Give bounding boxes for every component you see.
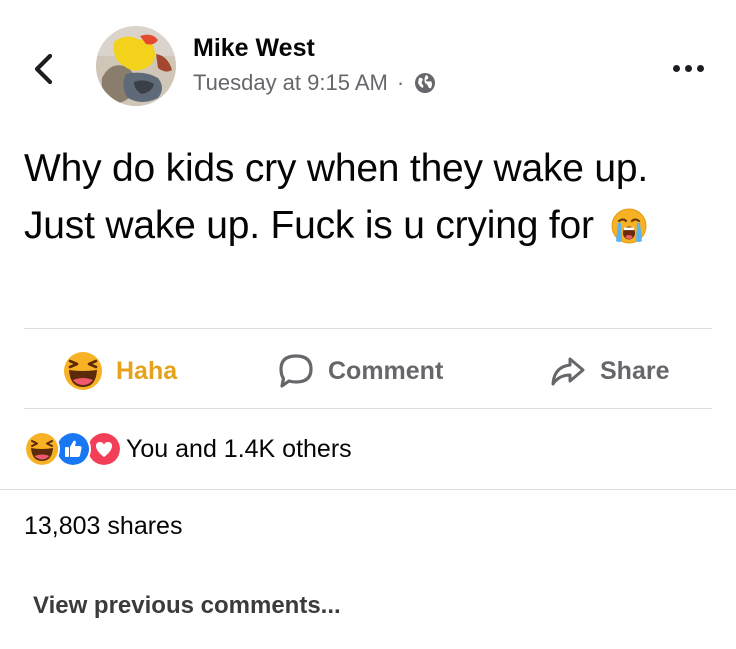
more-options-button[interactable] xyxy=(664,52,712,84)
reaction-icons xyxy=(24,431,124,467)
post-timestamp[interactable]: Tuesday at 9:15 AM xyxy=(193,70,388,96)
loudly-crying-face-emoji xyxy=(610,204,648,261)
reactions-summary[interactable]: You and 1.4K others xyxy=(24,427,352,471)
share-arrow-icon xyxy=(551,357,585,386)
back-button[interactable] xyxy=(24,46,64,92)
divider xyxy=(24,408,712,409)
author-avatar[interactable] xyxy=(96,26,176,106)
author-name[interactable]: Mike West xyxy=(193,34,315,63)
view-previous-comments-link[interactable]: View previous comments... xyxy=(33,592,341,620)
avatar-photo xyxy=(96,26,176,106)
post-header: Mike West Tuesday at 9:15 AM · xyxy=(0,0,736,110)
chevron-left-icon xyxy=(34,53,53,85)
like-reaction-icon xyxy=(55,431,91,467)
more-dot xyxy=(672,64,680,72)
post-body: Why do kids cry when they wake up. Just … xyxy=(24,140,714,261)
globe-icon xyxy=(415,73,436,93)
meta-separator: · xyxy=(396,70,405,95)
share-label: Share xyxy=(600,356,670,385)
love-reaction-icon xyxy=(86,431,122,467)
comment-button[interactable]: Comment xyxy=(276,345,443,397)
haha-reaction-button[interactable]: Haha xyxy=(62,345,177,397)
post-meta: Tuesday at 9:15 AM · xyxy=(193,70,437,96)
more-dot xyxy=(684,64,692,72)
reactions-label: You and 1.4K others xyxy=(126,434,352,463)
share-button[interactable]: Share xyxy=(548,345,669,397)
comment-bubble-icon xyxy=(279,354,313,388)
divider xyxy=(24,328,712,329)
haha-label: Haha xyxy=(116,356,178,385)
more-dot xyxy=(696,64,704,72)
haha-emoji-icon xyxy=(64,352,102,390)
post-text: Why do kids cry when they wake up. Just … xyxy=(24,147,648,247)
divider xyxy=(0,489,736,490)
shares-count[interactable]: 13,803 shares xyxy=(24,512,182,541)
comment-label: Comment xyxy=(328,356,444,385)
haha-reaction-icon xyxy=(24,431,60,467)
